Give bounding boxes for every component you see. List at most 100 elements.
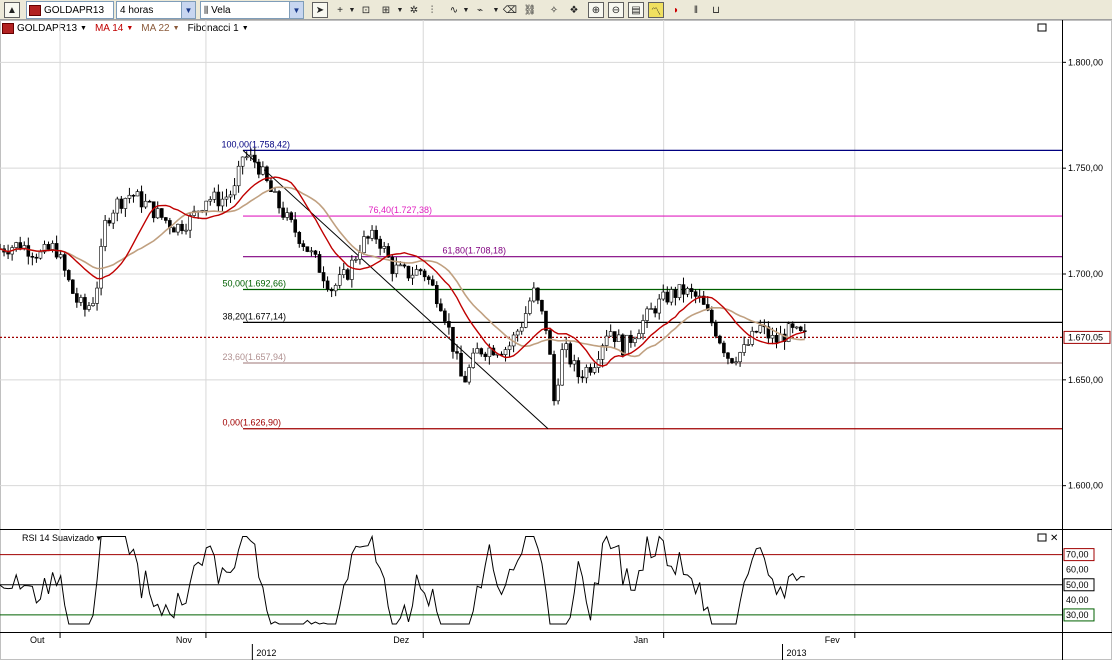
grid [0, 20, 1062, 632]
candle-body [536, 287, 540, 301]
print-icon[interactable]: ▤ [628, 2, 644, 18]
candle-body [240, 156, 245, 167]
last-price-label: 1.670,05 [1068, 332, 1103, 342]
collapse-up-icon[interactable]: ▲ [4, 2, 20, 18]
candle-body [66, 270, 71, 281]
candle-body [544, 310, 548, 331]
pause-icon[interactable]: ‖ [688, 2, 704, 18]
candle-body [370, 229, 374, 239]
symbol-selector[interactable]: GOLDAPR13 [26, 1, 114, 19]
candle-body [434, 285, 439, 305]
candle-body [252, 154, 257, 163]
candle-body [564, 343, 568, 351]
candle-body [79, 297, 83, 303]
candle-body [730, 358, 734, 363]
candle-body [293, 219, 298, 233]
candle-body [164, 217, 168, 221]
candle-body [459, 352, 463, 377]
candle-body [709, 309, 714, 324]
link-icon[interactable]: ⛓ [522, 2, 538, 18]
candle-body [738, 352, 742, 363]
candle-body [681, 284, 686, 295]
candle-body [742, 344, 746, 353]
cursor-icon[interactable]: ➤ [312, 2, 328, 18]
candle-body [734, 361, 738, 364]
magic-icon[interactable]: ✧ [546, 2, 562, 18]
candle-body [115, 198, 120, 214]
candle-body [645, 308, 649, 321]
candle-body [329, 289, 334, 292]
chart-icon[interactable]: 〽 [648, 2, 664, 18]
chart-style-value: Vela [211, 4, 231, 16]
maximize-icon[interactable] [1037, 23, 1047, 32]
candle-body [378, 238, 382, 249]
candle-body [637, 333, 641, 340]
candle-body [143, 200, 148, 208]
candle-body [180, 223, 184, 232]
candle-body [483, 353, 488, 357]
candle-body [633, 338, 637, 343]
eraser-icon[interactable]: ⌫ [502, 2, 518, 18]
candle-body [600, 345, 605, 360]
candle-body [305, 246, 310, 252]
candle-body [443, 310, 447, 322]
interval-select[interactable]: 4 horas ▼ [116, 1, 196, 19]
candle-body [653, 308, 657, 314]
candle-body [487, 347, 492, 357]
x-tick-label: Fev [825, 635, 841, 645]
zoom-out-icon[interactable]: ⊖ [608, 2, 624, 18]
candle-body [248, 154, 253, 158]
candle-body [568, 343, 573, 365]
candle-body [540, 299, 544, 312]
text-box-icon[interactable]: ⊡ [358, 2, 374, 18]
candle-body [422, 270, 427, 278]
candle-body [30, 255, 35, 258]
x-tick-label: Out [30, 635, 45, 645]
candle-body [244, 156, 249, 159]
zoom-in-icon[interactable]: ⊕ [588, 2, 604, 18]
candle-body [317, 254, 322, 273]
candle-body [87, 305, 91, 310]
cluster-icon[interactable]: ❖ [566, 2, 582, 18]
candle-body [216, 191, 221, 207]
candle-body [95, 287, 99, 304]
rsi-line [0, 534, 805, 625]
candle-body [346, 269, 350, 280]
candle-body [46, 244, 51, 250]
candle-body [236, 165, 241, 187]
fibonacci-label: 38,20(1.677,14) [222, 311, 286, 321]
fibonacci-label: 0,00(1.626,90) [222, 418, 281, 428]
candle-body [515, 330, 520, 336]
tool-icon[interactable]: ⊔ [708, 2, 724, 18]
candle-body [313, 250, 318, 255]
sound-icon[interactable]: ◗ [668, 2, 684, 18]
rsi-pane: RSI 14 Suavizado ▾ ✕ 70,00 60,00 50,00 40,00 3… [0, 533, 1095, 625]
chevron-down-icon[interactable]: ▼ [181, 2, 195, 18]
chart-style-select[interactable]: ⫼ Vela ▼ [200, 1, 304, 19]
x-tick-label: Dez [393, 635, 410, 645]
candle-body [770, 335, 775, 339]
candle-body [34, 256, 39, 259]
candle-body [794, 326, 799, 329]
bars-icon[interactable]: ⫶ [424, 2, 440, 18]
candle-body [261, 166, 265, 175]
rsi-level-label: 70,00 [1066, 550, 1089, 560]
price-chart[interactable]: 100,00(1.758,42) 76,40(1.727,38) 61,80(1.7… [0, 20, 1112, 660]
candle-body [572, 360, 577, 365]
candle-body [532, 287, 536, 302]
candle-body [228, 194, 233, 198]
fibonacci-label: 61,80(1.708,18) [442, 246, 506, 256]
candle-body [374, 229, 378, 240]
candle-body [277, 191, 281, 209]
price-axis: 1.600,00 1.650,00 1.700,00 1.750,00 1.800,00… [1062, 57, 1111, 491]
symbol-value: GOLDAPR13 [44, 4, 105, 16]
candle-body [790, 323, 795, 328]
candle-body [430, 279, 435, 286]
candle-body [366, 236, 370, 239]
drawing-tool-icon[interactable]: ⌁ [472, 2, 488, 18]
candle-body [629, 334, 633, 343]
chevron-down-icon[interactable]: ▼ [289, 2, 303, 18]
symbol-icon [29, 4, 41, 16]
settings-icon[interactable]: ✲ [406, 2, 422, 18]
candle-body [552, 354, 556, 402]
